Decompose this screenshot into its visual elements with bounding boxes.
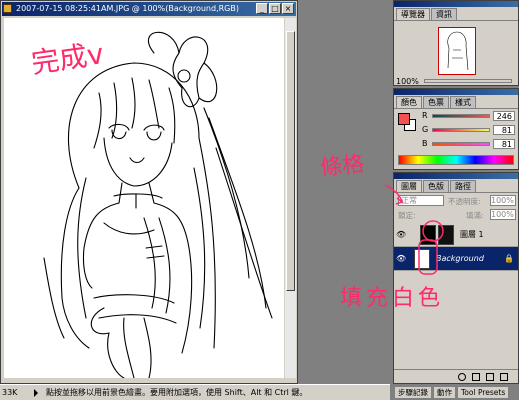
bottom-palette-tabs: 步驟記錄 動作 Tool Presets xyxy=(394,386,519,400)
channel-g-value[interactable]: 81 xyxy=(493,125,515,135)
channel-g-label: G xyxy=(422,125,429,134)
new-set-icon[interactable] xyxy=(472,373,480,381)
channel-r-label: R xyxy=(422,111,428,120)
status-message: 點按並拖移以用前景色繪畫。要用附加選項，使用 Shift、Alt 和 Ctrl … xyxy=(46,388,308,397)
navigator-panel: 導覽器 資訊 100% xyxy=(393,0,519,86)
photoshop-document-icon xyxy=(3,4,12,13)
annotation-circle-link xyxy=(422,220,444,242)
close-button[interactable]: × xyxy=(282,3,294,14)
trash-icon[interactable] xyxy=(500,373,508,381)
tab-tool-presets[interactable]: Tool Presets xyxy=(457,386,510,399)
document-window: 2007-07-15 08:25:41AM.JPG @ 100%(Backgro… xyxy=(0,0,298,384)
tab-actions[interactable]: 動作 xyxy=(433,386,456,399)
navigator-zoom-slider[interactable] xyxy=(424,79,512,83)
tab-styles[interactable]: 樣式 xyxy=(450,96,476,108)
tab-history[interactable]: 步驟記錄 xyxy=(394,386,432,399)
foreground-color-swatch[interactable] xyxy=(398,113,410,125)
new-layer-icon[interactable] xyxy=(486,373,494,381)
annotation-box-thumbnail xyxy=(418,239,438,275)
status-zoom: 33K xyxy=(2,388,18,397)
navigator-preview-area xyxy=(400,27,512,75)
minimize-button[interactable]: _ xyxy=(256,3,268,14)
document-title-bar[interactable]: 2007-07-15 08:25:41AM.JPG @ 100%(Backgro… xyxy=(2,2,296,16)
annotation-link: 條格 xyxy=(319,151,366,182)
tab-info[interactable]: 資訊 xyxy=(431,8,457,20)
channel-r-value[interactable]: 246 xyxy=(493,111,515,121)
navigator-thumbnail[interactable] xyxy=(438,27,476,75)
navigator-zoom[interactable]: 100% xyxy=(396,77,419,86)
tab-navigator[interactable]: 導覽器 xyxy=(396,8,430,20)
channel-g-slider[interactable] xyxy=(432,128,490,132)
annotation-fill-white: 填充白色 xyxy=(340,286,445,311)
layers-panel-footer xyxy=(394,369,518,384)
tab-color[interactable]: 顏色 xyxy=(396,96,422,108)
tab-swatches[interactable]: 色票 xyxy=(423,96,449,108)
adjustment-layer-icon[interactable] xyxy=(458,373,466,381)
channel-r-slider[interactable] xyxy=(432,114,490,118)
maximize-button[interactable]: □ xyxy=(269,3,281,14)
status-arrow-icon[interactable] xyxy=(34,389,38,397)
status-bar: 33K 點按並拖移以用前景色繪畫。要用附加選項，使用 Shift、Alt 和 C… xyxy=(0,384,390,400)
navigator-thumbnail-drawing xyxy=(447,31,469,71)
scrollbar-thumb[interactable] xyxy=(286,31,295,291)
